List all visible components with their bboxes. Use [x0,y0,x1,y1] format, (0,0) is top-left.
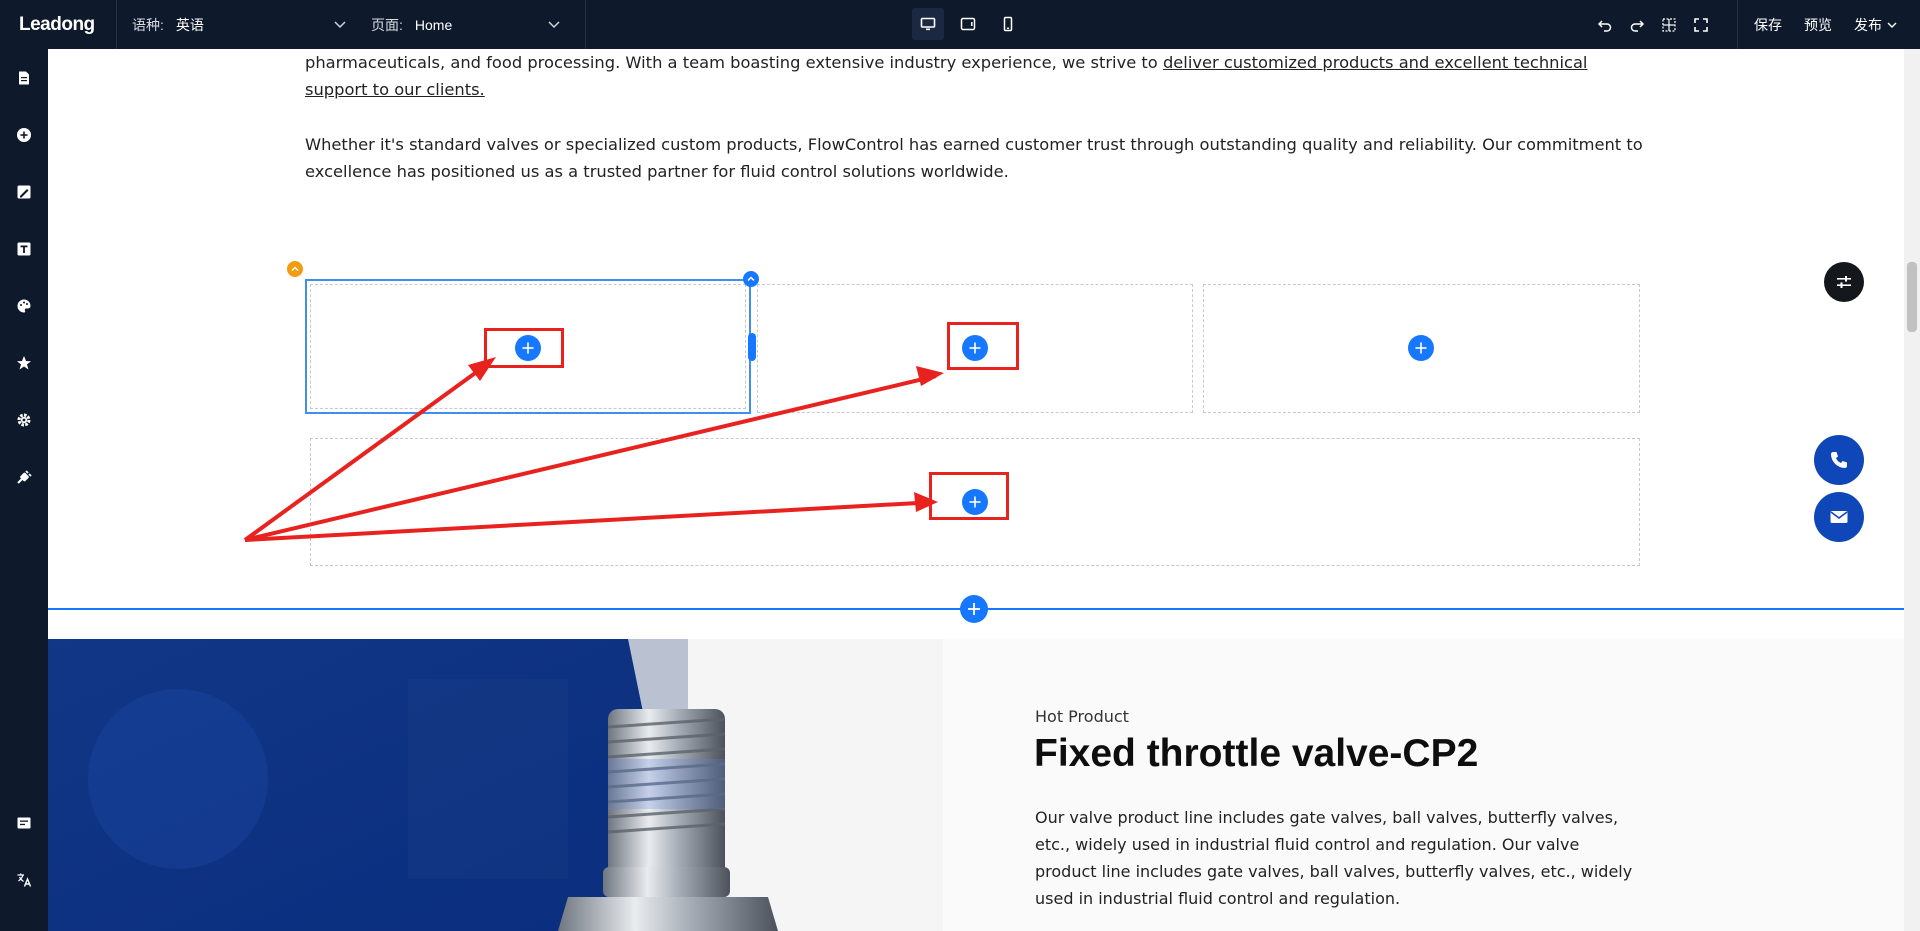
scrollbar-thumb[interactable] [1907,262,1917,332]
tablet-icon [960,17,976,31]
sidebar-item-translate[interactable] [0,860,48,900]
page-select-label: 页面: [371,16,403,33]
plugin-icon [17,470,32,484]
chevron-down-icon [1887,22,1897,28]
undo-icon [1597,19,1612,32]
editor-canvas: pharmaceuticals, and food processing. Wi… [48,49,1920,931]
palette-icon [17,299,31,313]
text-icon [17,242,31,256]
publish-label: 发布 [1854,16,1882,33]
sliders-icon [1837,276,1851,288]
grid-icon [1662,17,1676,32]
section-settings-button[interactable] [1824,262,1864,302]
sidebar-item-media[interactable] [0,172,48,212]
sidebar-item-effects[interactable] [0,343,48,383]
product-image [48,639,778,931]
product-image-panel [48,639,943,931]
sidebar-item-pages[interactable] [0,58,48,98]
page-select-value: Home [414,16,453,33]
phone-contact-button[interactable] [1814,435,1864,485]
phone-icon [1831,452,1847,468]
fullscreen-icon [1694,17,1708,32]
left-sidebar [0,49,48,931]
device-switcher [912,8,1024,40]
canvas-scrollbar[interactable] [1904,49,1920,931]
plus-icon [968,603,980,615]
sidebar-item-theme[interactable] [0,286,48,326]
page-select[interactable]: 页面: Home [371,0,561,49]
mobile-icon [1003,16,1013,32]
top-toolbar: Leadong 语种: 英语 页面: Home 保存 预览 发布 [0,0,1920,49]
product-description: Our valve product line includes gate val… [1035,808,1633,908]
sidebar-item-forms[interactable] [0,803,48,843]
desktop-view-button[interactable] [912,8,944,40]
tablet-view-button[interactable] [952,8,984,40]
star-icon [17,356,31,370]
publish-button[interactable]: 发布 [1854,15,1898,35]
save-button[interactable]: 保存 [1754,15,1782,35]
undo-button[interactable] [1589,9,1621,41]
translate-icon [17,873,32,887]
gear-icon [17,413,31,427]
grid-toggle-button[interactable] [1653,9,1685,41]
toolbar-divider [585,0,586,49]
chevron-down-icon [548,21,560,29]
app-logo: Leadong [0,0,117,49]
product-title: Fixed throttle valve-CP2 [1034,732,1479,775]
edit-image-icon [17,185,31,199]
hot-product-label: Hot Product [1035,707,1129,726]
page-icon [19,71,29,85]
redo-button[interactable] [1621,9,1653,41]
form-icon [17,817,31,829]
add-section-button[interactable] [960,595,988,623]
language-select-value: 英语 [175,16,204,33]
toolbar-divider [1737,0,1738,49]
desktop-icon [920,17,936,31]
fullscreen-button[interactable] [1685,9,1717,41]
sidebar-item-text[interactable] [0,229,48,269]
sidebar-item-plugins[interactable] [0,457,48,497]
redo-icon [1630,19,1645,32]
mail-icon [1830,511,1848,523]
right-toolbar: 保存 预览 发布 [1589,0,1920,49]
preview-button[interactable]: 预览 [1804,15,1832,35]
sidebar-item-add[interactable] [0,115,48,155]
email-contact-button[interactable] [1814,492,1864,542]
language-select[interactable]: 语种: 英语 [117,0,347,49]
sidebar-item-settings[interactable] [0,400,48,440]
chevron-down-icon [334,21,346,29]
language-select-label: 语种: [132,16,164,33]
add-circle-icon [17,128,31,142]
mobile-view-button[interactable] [992,8,1024,40]
sidebar-item-files[interactable] [0,917,48,931]
